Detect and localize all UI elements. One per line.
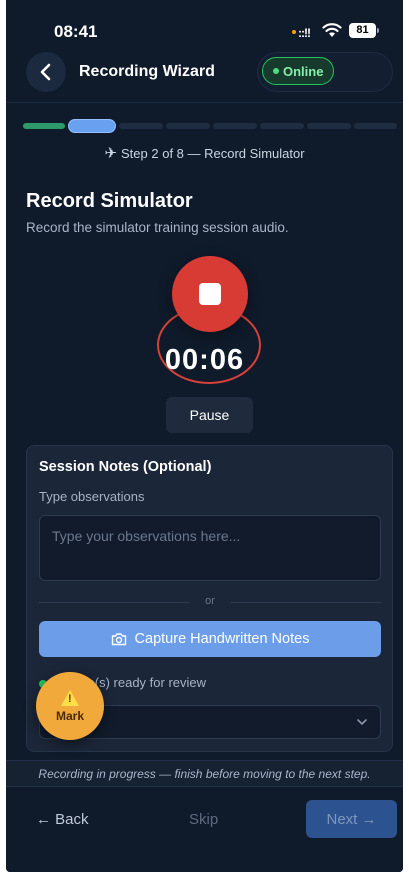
step-text: Step 2 of 8 — Record Simulator [121,146,305,161]
progress-segment-2 [68,119,116,133]
airplane-icon: ✈ [104,145,118,162]
section-subtitle: Record the simulator training session au… [26,220,289,235]
step-indicator: ✈ Step 2 of 8 — Record Simulator [6,144,403,162]
header-back-button[interactable] [26,52,66,92]
status-time: 08:41 [54,22,98,41]
or-divider: or [39,595,381,609]
progress-segment-3 [119,123,163,129]
or-label: or [205,595,215,607]
app-screen: 08:41 ::!! 81 Recording Wizard Online ✈ … [6,0,403,872]
back-button[interactable]: ← Back [36,811,89,828]
or-line-right [231,602,381,603]
warning-icon: ! [61,689,79,706]
online-dot-icon [273,68,279,74]
stop-icon [199,283,221,305]
stop-recording-button[interactable] [172,256,248,332]
skip-button[interactable]: Skip [189,811,218,828]
notes-textarea[interactable] [39,515,381,581]
capture-handwritten-notes-button[interactable]: Capture Handwritten Notes [39,621,381,657]
battery-icon: 81 [349,23,376,38]
progress-segment-5 [213,123,257,129]
capture-button-label: Capture Handwritten Notes [134,631,310,647]
notes-title: Session Notes (Optional) [39,459,212,475]
recording-timer: 00:06 [164,344,245,376]
chevron-down-icon [357,719,367,726]
status-badge-label: Online [283,63,324,79]
mark-button[interactable]: ! Mark [36,672,104,740]
camera-icon [111,633,126,646]
page-title: Recording Wizard [79,63,215,80]
battery-tip [377,28,379,33]
notes-label: Type observations [39,489,145,504]
next-button[interactable]: Next → [306,800,397,838]
status-badge-online: Online [262,57,335,85]
pause-button[interactable]: Pause [166,397,253,433]
progress-segment-6 [260,123,304,129]
progress-segment-8 [354,123,397,129]
mic-indicator-dot [292,30,296,34]
recording-warning: Recording in progress — finish before mo… [6,760,403,787]
status-bar: 08:41 ::!! 81 [6,18,403,46]
mark-label: Mark [55,708,84,723]
wizard-footer: ← Back Skip Next → [6,788,403,872]
connection-pill: Online [257,52,393,92]
progress-segment-7 [307,123,351,129]
progress-segment-4 [166,123,210,129]
progress-segment-1 [23,123,65,129]
chevron-left-icon [40,63,51,81]
signal-icon: ::!! [298,26,311,40]
header-divider [6,102,403,103]
section-title: Record Simulator [26,190,193,212]
app-header: Recording Wizard Online [24,50,393,96]
wifi-icon [322,22,342,43]
step-progress-bar [23,119,397,133]
